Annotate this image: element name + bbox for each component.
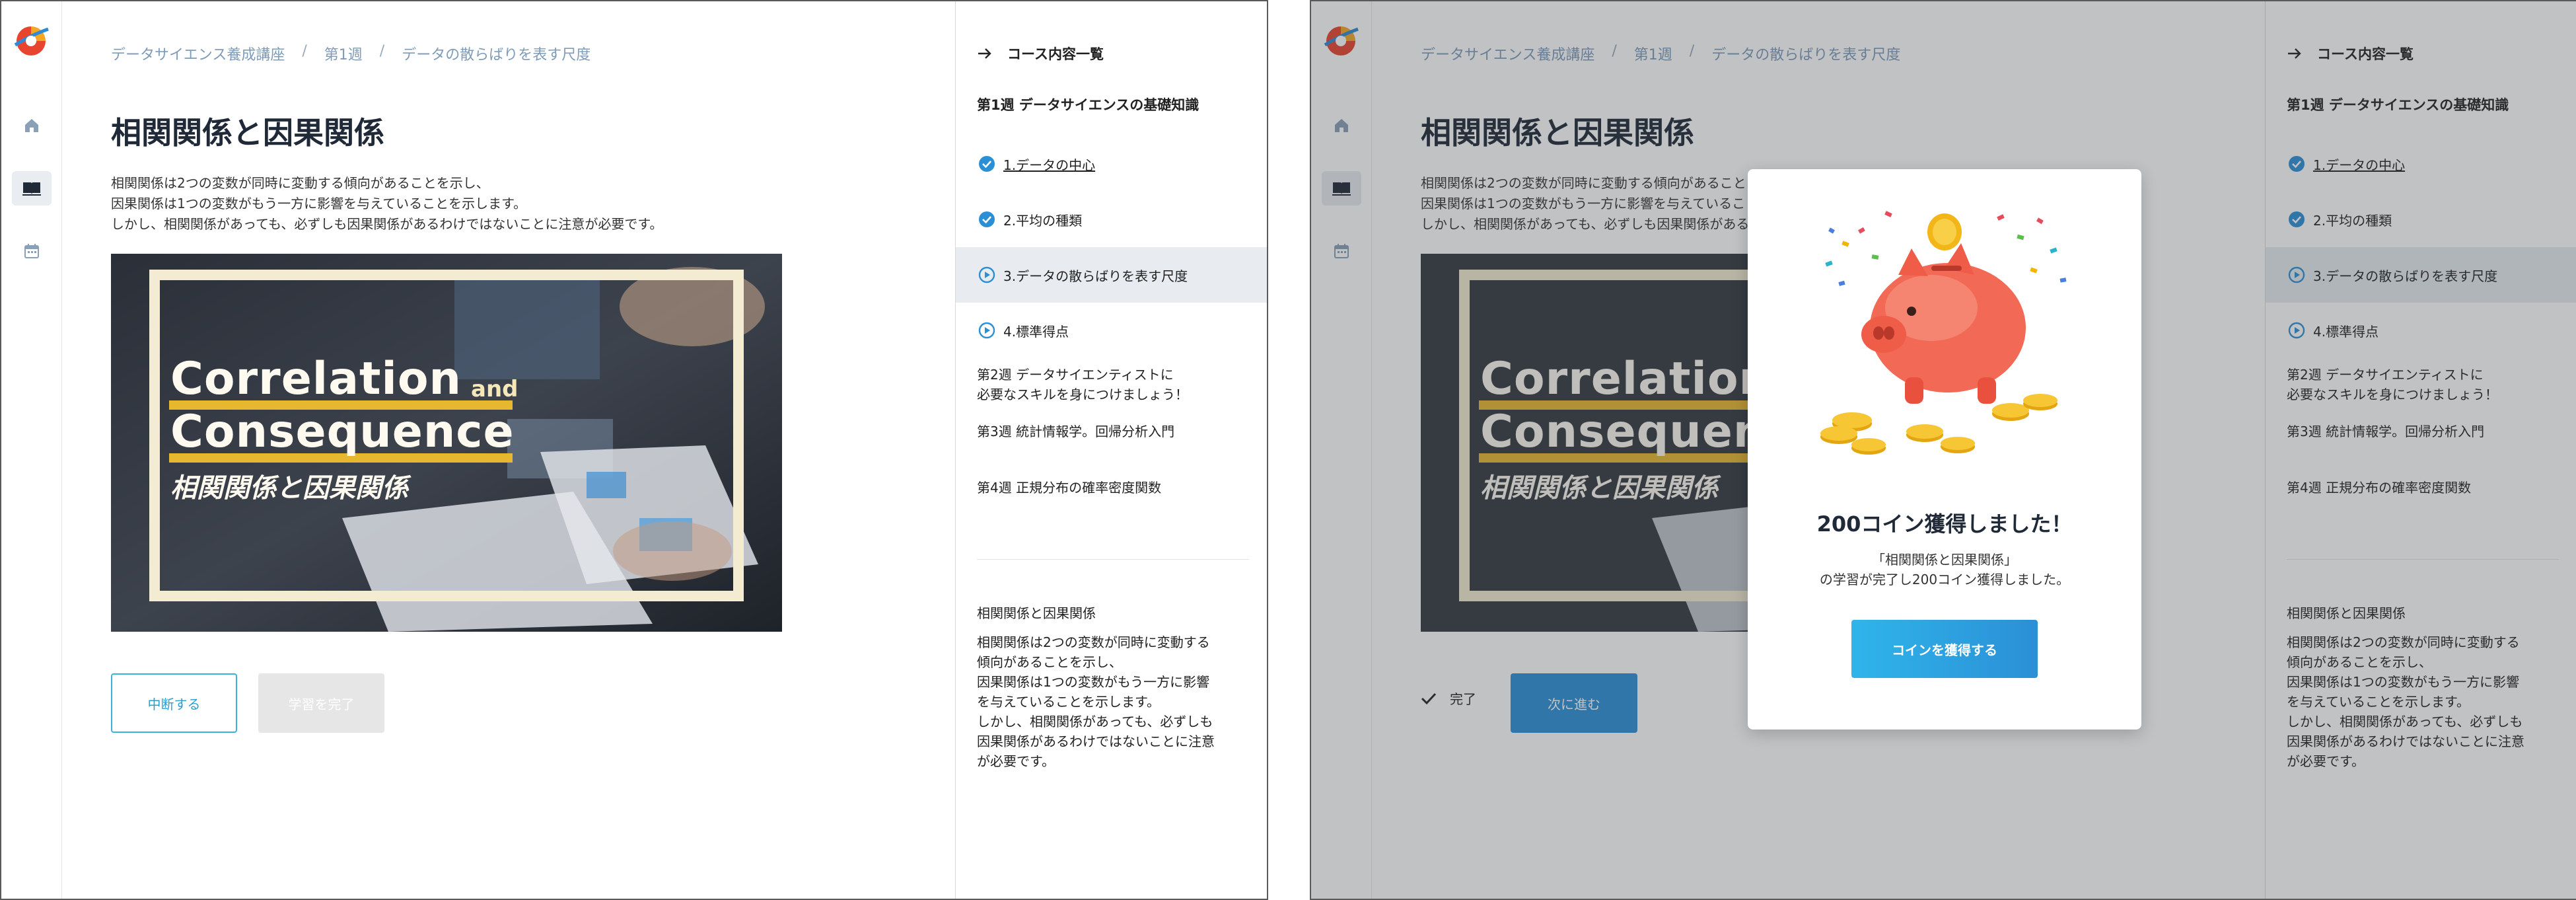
modal-title: 200コイン獲得しました！ bbox=[1816, 511, 2073, 537]
summary-line: 因果関係があるわけではないことに注意 bbox=[977, 733, 1215, 749]
summary-line: 傾向があることを示し、 bbox=[977, 654, 1122, 670]
week-title-line: 必要なスキルを身につけましょう！ bbox=[977, 387, 1188, 402]
hero-and: and bbox=[471, 376, 519, 402]
sidebar-lesson-3[interactable]: 3.データの散らばりを表す尺度 bbox=[956, 247, 1267, 303]
breadcrumb-separator: / bbox=[302, 43, 307, 59]
suspend-button[interactable]: 中断する bbox=[111, 673, 237, 733]
app-logo bbox=[14, 26, 49, 56]
week-title-line: 第2週 データサイエンティストに bbox=[977, 367, 1174, 383]
coin-reward-modal: 200コイン獲得しました！ 「相関関係と因果関係」 の学習が完了し200コイン獲… bbox=[1748, 169, 2141, 730]
sidebar-lesson-2[interactable]: 2.平均の種類 bbox=[956, 192, 1267, 247]
summary-title: 相関関係と因果関係 bbox=[977, 605, 1096, 621]
lesson-label: 2.平均の種類 bbox=[1003, 212, 1083, 229]
play-circle-icon bbox=[978, 266, 995, 283]
piggy-bank-illustration bbox=[1820, 211, 2067, 455]
lesson-main: データサイエンス養成講座 / 第1週 / データの散らばりを表す尺度 相関関係と… bbox=[62, 1, 955, 899]
week-title-line: 第3週 統計情報学。回帰分析入門 bbox=[977, 424, 1175, 439]
lesson-label: 4.標準得点 bbox=[1003, 323, 1069, 340]
check-circle-icon bbox=[979, 211, 995, 227]
summary-text: 相関関係は2つの変数が同時に変動する 傾向があることを示し、 因果関係は1つの変… bbox=[977, 632, 1215, 771]
week1-title: 第1週 データサイエンスの基礎知識 bbox=[977, 97, 1199, 113]
check-circle-icon bbox=[979, 156, 995, 172]
breadcrumb-week[interactable]: 第1週 bbox=[324, 43, 363, 64]
summary-line: が必要です。 bbox=[977, 753, 1055, 769]
get-coins-button[interactable]: コインを獲得する bbox=[1851, 620, 2038, 678]
arrow-right-icon bbox=[978, 48, 991, 59]
week-title-line: 第4週 正規分布の確率密度関数 bbox=[977, 480, 1162, 496]
breadcrumb-lesson[interactable]: データの散らばりを表す尺度 bbox=[402, 43, 590, 64]
lesson-label: 1.データの中心 bbox=[1003, 157, 1096, 173]
sidebar-week-2[interactable]: 第2週 データサイエンティストに 必要なスキルを身につけましょう！ bbox=[977, 365, 1188, 404]
home-icon[interactable] bbox=[12, 108, 52, 143]
description-line: しかし、相関関係があっても、必ずしも因果関係があるわけではないことに注意が必要で… bbox=[111, 216, 663, 232]
course-contents-label: コース内容一覧 bbox=[1007, 46, 1104, 62]
calendar-icon[interactable] bbox=[12, 234, 52, 268]
breadcrumb: データサイエンス養成講座 / 第1週 / データの散らばりを表す尺度 bbox=[111, 43, 590, 64]
icon-rail bbox=[1, 1, 62, 899]
play-circle-icon bbox=[978, 322, 995, 339]
sidebar-lesson-1[interactable]: 1.データの中心 bbox=[956, 136, 1267, 192]
sidebar-lesson-4[interactable]: 4.標準得点 bbox=[956, 303, 1267, 358]
modal-message: 「相関関係と因果関係」 の学習が完了し200コイン獲得しました。 bbox=[1748, 550, 2141, 589]
modal-message-line: の学習が完了し200コイン獲得しました。 bbox=[1819, 572, 2070, 587]
modal-message-line: 「相関関係と因果関係」 bbox=[1872, 552, 2017, 568]
description-line: 相関関係は2つの変数が同時に変動する傾向があることを示し、 bbox=[111, 175, 489, 191]
hero-title-line1: Correlation bbox=[170, 353, 462, 405]
description-line: 因果関係は1つの変数がもう一方に影響を与えていることを示します。 bbox=[111, 196, 527, 211]
course-contents-link[interactable]: コース内容一覧 bbox=[977, 44, 1104, 63]
summary-line: を与えていることを示します。 bbox=[977, 694, 1160, 710]
sidebar-week-4[interactable]: 第4週 正規分布の確率密度関数 bbox=[977, 478, 1161, 498]
sidebar-week-3[interactable]: 第3週 統計情報学。回帰分析入門 bbox=[977, 422, 1174, 441]
summary-line: しかし、相関関係があっても、必ずしも bbox=[977, 714, 1213, 730]
course-sidebar: コース内容一覧 第1週 データサイエンスの基礎知識 1.データの中心 2.平均の… bbox=[955, 1, 1267, 899]
summary-line: 相関関係は2つの変数が同時に変動する bbox=[977, 634, 1210, 650]
hero-title-line2: Consequence bbox=[170, 406, 515, 458]
breadcrumb-separator: / bbox=[379, 43, 385, 59]
hero-subtitle: 相関関係と因果関係 bbox=[170, 473, 408, 504]
book-icon[interactable] bbox=[12, 171, 52, 206]
lesson-screen-completed: データサイエンス養成講座 / 第1週 / データの散らばりを表す尺度 相関関係と… bbox=[1310, 0, 2576, 900]
lesson-screen-default: データサイエンス養成講座 / 第1週 / データの散らばりを表す尺度 相関関係と… bbox=[0, 0, 1268, 900]
complete-lesson-button[interactable]: 学習を完了 bbox=[258, 673, 384, 733]
lesson-hero-image: Correlation and Consequence 相関関係と因果関係 bbox=[111, 254, 782, 632]
sidebar-divider bbox=[977, 559, 1249, 560]
lesson-label: 3.データの散らばりを表す尺度 bbox=[1003, 268, 1188, 284]
lesson-description: 相関関係は2つの変数が同時に変動する傾向があることを示し、 因果関係は1つの変数… bbox=[111, 173, 662, 235]
summary-line: 因果関係は1つの変数がもう一方に影響 bbox=[977, 674, 1210, 690]
page-title: 相関関係と因果関係 bbox=[111, 115, 384, 151]
breadcrumb-course[interactable]: データサイエンス養成講座 bbox=[111, 43, 285, 64]
